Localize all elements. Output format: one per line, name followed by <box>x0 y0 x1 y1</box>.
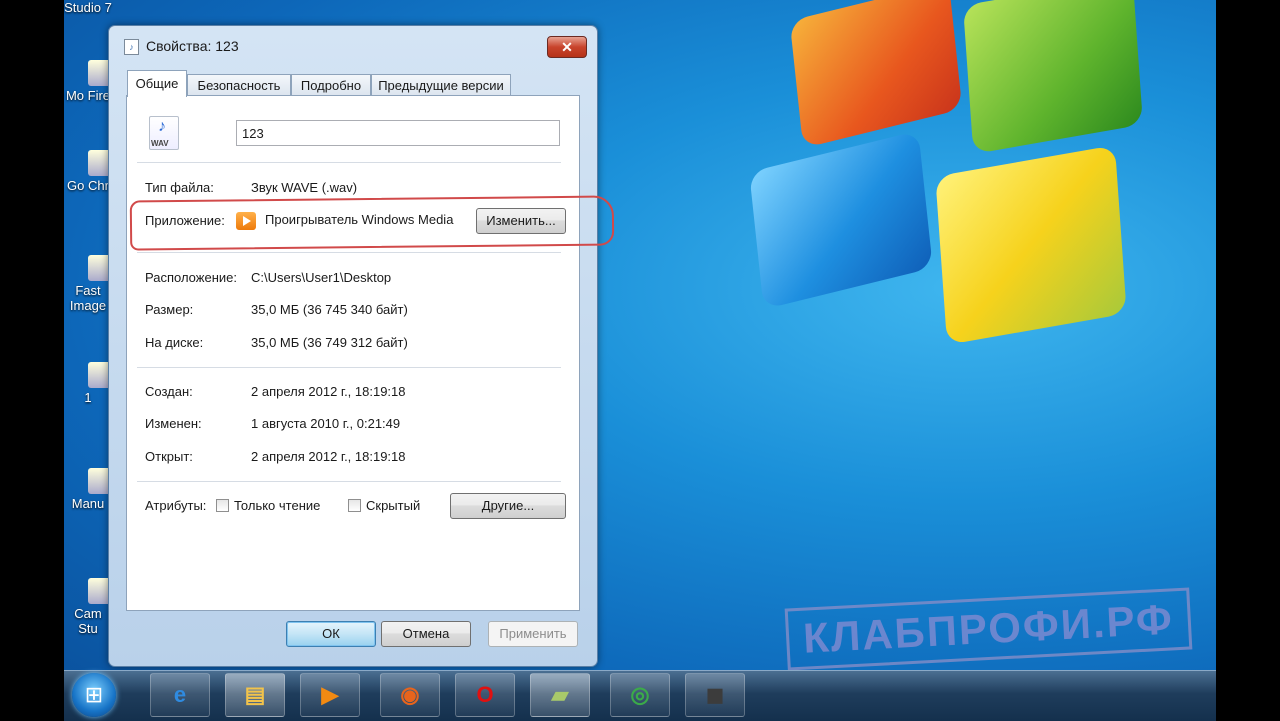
logo-yellow-pane <box>935 145 1127 345</box>
modified-label: Изменен: <box>145 416 202 431</box>
windows-orb-icon: ⊞ <box>84 682 104 707</box>
windows-logo-wallpaper <box>736 0 1156 380</box>
desktop-icon-label: Mo Fire <box>65 88 111 103</box>
logo-blue-pane <box>749 130 933 310</box>
taskbar-button[interactable]: e <box>150 673 210 717</box>
tab-details[interactable]: Подробно <box>291 74 371 96</box>
taskbar-button[interactable]: ◉ <box>380 673 440 717</box>
attributes-label: Атрибуты: <box>145 498 207 513</box>
taskbar-button[interactable]: ◼ <box>685 673 745 717</box>
close-button[interactable]: ✕ <box>547 36 587 58</box>
hidden-label[interactable]: Скрытый <box>366 498 420 513</box>
size-value: 35,0 МБ (36 745 340 байт) <box>251 302 408 317</box>
created-label: Создан: <box>145 384 193 399</box>
dialog-titlebar[interactable]: ♪ Свойства: 123 ✕ <box>109 26 597 66</box>
desktop-icon[interactable]: Cam Stu <box>64 578 114 636</box>
explorer-folder-icon: ▤ <box>244 682 266 707</box>
internet-explorer-icon: e <box>173 682 187 707</box>
created-value: 2 апреля 2012 г., 18:19:18 <box>251 384 406 399</box>
camera-studio-icon: ◼ <box>705 682 725 707</box>
desktop-icon[interactable]: Fast Image <box>64 255 114 313</box>
disk-size-label: На диске: <box>145 335 204 350</box>
desktop-icon[interactable]: Go Chr <box>64 150 114 193</box>
desktop-icon-label: Fast Image <box>69 283 107 313</box>
taskbar-button[interactable]: ▶ <box>300 673 360 717</box>
taskbar-button[interactable]: ▤ <box>225 673 285 717</box>
modified-value: 1 августа 2010 г., 0:21:49 <box>251 416 401 431</box>
desktop-icon-label: 1 <box>84 390 92 405</box>
firefox-icon: ◉ <box>400 682 420 707</box>
dialog-title: Свойства: 123 <box>146 38 239 54</box>
opened-label: Открыт: <box>145 449 193 464</box>
tab-security[interactable]: Безопасность <box>187 74 291 96</box>
file-name-input[interactable] <box>236 120 560 146</box>
desktop-icon[interactable]: 1 <box>64 362 114 405</box>
tab-previous-versions[interactable]: Предыдущие версии <box>371 74 511 96</box>
separator <box>137 162 561 163</box>
advanced-attributes-button[interactable]: Другие... <box>450 493 566 519</box>
cancel-button[interactable]: Отмена <box>381 621 471 647</box>
desktop-icon[interactable]: Manu <box>64 468 114 511</box>
desktop-icon-label: Studio 7 <box>64 0 112 15</box>
location-value: C:\Users\User1\Desktop <box>251 270 392 285</box>
disk-size-value: 35,0 МБ (36 749 312 байт) <box>251 335 408 350</box>
file-small-icon: ♪ <box>124 39 139 55</box>
app-green-icon: ▰ <box>551 682 569 707</box>
app-value: Проигрыватель Windows Media <box>265 212 454 227</box>
desktop-icon-label: Manu <box>71 496 105 511</box>
hidden-checkbox[interactable] <box>348 499 361 512</box>
wav-file-icon: ♪ WAV <box>149 116 179 150</box>
right-letterbox <box>1216 0 1280 720</box>
desktop-icon-label: Go Chr <box>67 178 109 193</box>
desktop-icon-label: Cam Stu <box>74 606 102 636</box>
general-tab-panel: ♪ WAV Тип файла: Звук WAVE (.wav) Прилож… <box>126 95 580 611</box>
wav-file-icon-label: WAV <box>151 139 169 148</box>
separator <box>137 367 561 368</box>
chrome-icon: ◎ <box>630 682 650 707</box>
left-letterbox <box>0 0 64 720</box>
ok-button[interactable]: ОК <box>286 621 376 647</box>
opened-value: 2 апреля 2012 г., 18:19:18 <box>251 449 406 464</box>
readonly-checkbox[interactable] <box>216 499 229 512</box>
location-label: Расположение: <box>145 270 237 285</box>
properties-dialog: ♪ Свойства: 123 ✕ Общие Безопасность Под… <box>108 25 598 667</box>
media-player-icon: ▶ <box>321 682 339 707</box>
taskbar-button[interactable]: ▰ <box>530 673 590 717</box>
size-label: Размер: <box>145 302 194 317</box>
change-app-button[interactable]: Изменить... <box>476 208 566 234</box>
readonly-label[interactable]: Только чтение <box>234 498 320 513</box>
file-type-label: Тип файла: <box>145 180 214 195</box>
start-button[interactable]: ⊞ <box>72 673 116 717</box>
media-player-app-icon <box>236 212 256 230</box>
desktop-icon[interactable]: Mo Fire <box>64 60 114 103</box>
app-label: Приложение: <box>145 213 225 228</box>
file-type-value: Звук WAVE (.wav) <box>251 180 358 195</box>
desktop-icon[interactable]: Studio 7 <box>64 0 112 15</box>
opera-icon: O <box>476 682 494 707</box>
logo-green-pane <box>962 0 1144 155</box>
separator <box>137 252 561 253</box>
taskbar-button[interactable]: O <box>455 673 515 717</box>
separator <box>137 481 561 482</box>
logo-red-pane <box>789 0 963 149</box>
tab-general[interactable]: Общие <box>127 70 187 97</box>
apply-button[interactable]: Применить <box>488 621 578 647</box>
taskbar-button[interactable]: ◎ <box>610 673 670 717</box>
